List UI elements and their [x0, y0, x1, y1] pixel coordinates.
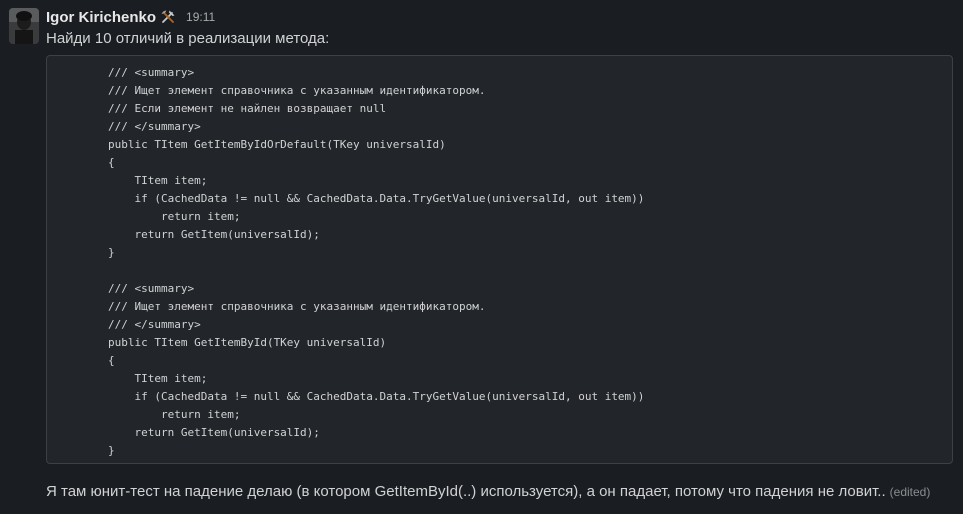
hammer-and-pick-icon: [160, 9, 176, 25]
code-line: return GetItem(universalId);: [108, 228, 320, 241]
code-line: {: [108, 156, 115, 169]
code-line: if (CachedData != null && CachedData.Dat…: [108, 390, 645, 403]
code-line: /// Ищет элемент справочника с указанным…: [108, 84, 486, 97]
code-line: /// </summary>: [108, 318, 201, 331]
code-line: }: [108, 444, 115, 457]
avatar-photo-icon: [9, 8, 39, 44]
code-line: if (CachedData != null && CachedData.Dat…: [108, 192, 645, 205]
code-line: /// Если элемент не найлен возвращает nu…: [108, 102, 387, 115]
code-line: TItem item;: [108, 372, 208, 385]
code-block: /// <summary> /// Ищет элемент справочни…: [46, 55, 953, 464]
timestamp[interactable]: 19:11: [186, 10, 215, 24]
message-text-followup: Я там юнит-тест на падение делаю (в кото…: [46, 483, 930, 500]
author-name[interactable]: Igor Kirichenko: [46, 9, 156, 26]
edited-label: (edited): [889, 485, 931, 499]
code-line: public TItem GetItemByIdOrDefault(TKey u…: [108, 138, 446, 151]
code-line: return item;: [108, 210, 241, 223]
code-line: return GetItem(universalId);: [108, 426, 320, 439]
code-line: TItem item;: [108, 174, 208, 187]
code-line: /// Ищет элемент справочника с указанным…: [108, 300, 486, 313]
code-lines: /// <summary> /// Ищет элемент справочни…: [108, 64, 644, 460]
code-line: return item;: [108, 408, 241, 421]
code-line: /// </summary>: [108, 120, 201, 133]
message-text: Найди 10 отличий в реализации метода:: [46, 30, 330, 47]
code-line: {: [108, 354, 115, 367]
followup-text: Я там юнит-тест на падение делаю (в кото…: [46, 483, 886, 500]
avatar[interactable]: [9, 8, 39, 44]
chat-message: Igor Kirichenko 19:11 Найди 10 отличий в…: [0, 0, 963, 514]
code-line: }: [108, 246, 115, 259]
code-line: /// <summary>: [108, 282, 195, 295]
code-line: /// <summary>: [108, 66, 195, 79]
message-header: Igor Kirichenko 19:11: [46, 7, 215, 27]
code-line: public TItem GetItemById(TKey universalI…: [108, 336, 387, 349]
